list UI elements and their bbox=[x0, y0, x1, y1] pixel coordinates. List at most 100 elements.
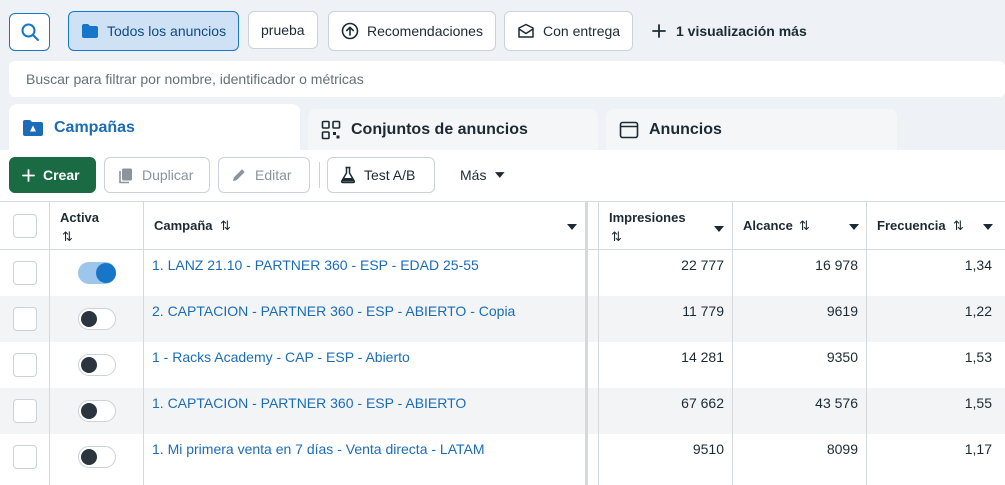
more-views-label: 1 visualización más bbox=[676, 23, 807, 39]
duplicate-button[interactable]: Duplicar bbox=[104, 157, 210, 193]
tab-adsets[interactable]: Conjuntos de anuncios bbox=[308, 109, 598, 150]
reach-value: 16 978 bbox=[815, 257, 858, 273]
row-checkbox[interactable] bbox=[13, 445, 37, 469]
search-button[interactable] bbox=[9, 13, 50, 51]
header-active[interactable]: Activa ⇅ bbox=[50, 202, 144, 249]
table-row[interactable]: 1. Mi primera venta en 7 días - Venta di… bbox=[0, 434, 1005, 485]
caret-down-icon bbox=[495, 172, 506, 178]
active-toggle[interactable] bbox=[78, 262, 116, 284]
row-checkbox[interactable] bbox=[13, 399, 37, 423]
campaign-folder-icon bbox=[23, 120, 43, 136]
sort-icon: ⇅ bbox=[611, 229, 622, 244]
duplicate-button-label: Duplicar bbox=[142, 167, 194, 183]
frequency-value: 1,34 bbox=[964, 257, 992, 273]
tab-ads[interactable]: Anuncios bbox=[606, 109, 897, 150]
campaign-name-link[interactable]: 1. LANZ 21.10 - PARTNER 360 - ESP - EDAD… bbox=[152, 257, 479, 273]
table-row[interactable]: 1 - Racks Academy - CAP - ESP - Abierto … bbox=[0, 342, 1005, 388]
select-all-checkbox[interactable] bbox=[13, 214, 37, 238]
edit-button[interactable]: Editar bbox=[218, 157, 310, 193]
row-checkbox[interactable] bbox=[13, 261, 37, 285]
more-actions-label: Más bbox=[460, 167, 487, 183]
impressions-value: 22 777 bbox=[681, 257, 724, 273]
sort-icon: ⇅ bbox=[799, 218, 810, 233]
caret-down-icon[interactable] bbox=[714, 226, 724, 232]
frequency-value: 1,53 bbox=[964, 349, 992, 365]
view-prueba-label: prueba bbox=[261, 22, 305, 38]
caret-down-icon[interactable] bbox=[567, 224, 577, 230]
reach-value: 9350 bbox=[826, 349, 858, 365]
row-checkbox[interactable] bbox=[13, 353, 37, 377]
tab-ads-label: Anuncios bbox=[649, 120, 722, 138]
active-toggle[interactable] bbox=[78, 400, 116, 422]
reach-value: 8099 bbox=[826, 441, 858, 457]
header-reach[interactable]: Alcance ⇅ bbox=[733, 202, 867, 249]
flask-icon bbox=[340, 166, 356, 184]
header-campaign[interactable]: Campaña ⇅ bbox=[144, 202, 587, 249]
plus-icon bbox=[652, 24, 666, 38]
view-prueba[interactable]: prueba bbox=[248, 11, 318, 49]
header-active-label: Activa bbox=[60, 210, 100, 225]
tab-campaigns-label: Campañas bbox=[54, 119, 135, 136]
active-toggle[interactable] bbox=[78, 446, 116, 468]
campaign-name-link[interactable]: 1. CAPTACION - PARTNER 360 - ESP - ABIER… bbox=[152, 395, 466, 411]
header-impressions[interactable]: Impresiones ⇅ bbox=[599, 202, 733, 249]
filter-input[interactable] bbox=[26, 71, 1005, 87]
active-toggle[interactable] bbox=[78, 308, 116, 330]
header-frequency[interactable]: Frecuencia ⇅ bbox=[867, 202, 1005, 249]
sort-icon: ⇅ bbox=[953, 218, 964, 233]
toggle-knob bbox=[96, 263, 116, 283]
pencil-icon bbox=[233, 169, 245, 181]
ab-test-button[interactable]: Test A/B bbox=[327, 157, 435, 193]
table-row[interactable]: 1. LANZ 21.10 - PARTNER 360 - ESP - EDAD… bbox=[0, 250, 1005, 296]
table-header: Activa ⇅ Campaña ⇅ Impresiones ⇅ Alcance… bbox=[0, 201, 1005, 250]
active-toggle[interactable] bbox=[78, 354, 116, 376]
view-all-ads-label: Todos los anuncios bbox=[107, 23, 227, 39]
create-button-label: Crear bbox=[43, 167, 80, 183]
plus-icon bbox=[22, 168, 35, 182]
sort-icon: ⇅ bbox=[62, 229, 73, 244]
folder-icon bbox=[82, 24, 98, 38]
row-checkbox[interactable] bbox=[13, 307, 37, 331]
campaign-name-link[interactable]: 1. Mi primera venta en 7 días - Venta di… bbox=[152, 441, 485, 457]
impressions-value: 14 281 bbox=[681, 349, 724, 365]
column-divider bbox=[598, 201, 599, 485]
view-con-entrega-label: Con entrega bbox=[543, 23, 621, 39]
view-recomendaciones[interactable]: Recomendaciones bbox=[328, 11, 496, 51]
view-all-ads[interactable]: Todos los anuncios bbox=[68, 11, 240, 51]
frozen-column-divider[interactable] bbox=[585, 201, 588, 485]
more-actions-button[interactable]: Más bbox=[448, 157, 518, 193]
toggle-knob bbox=[81, 403, 97, 419]
campaign-name-link[interactable]: 1 - Racks Academy - CAP - ESP - Abierto bbox=[152, 349, 410, 365]
campaign-name-link[interactable]: 2. CAPTACION - PARTNER 360 - ESP - ABIER… bbox=[152, 303, 515, 319]
reach-value: 9619 bbox=[826, 303, 858, 319]
filter-bar bbox=[9, 61, 1005, 97]
header-frequency-label: Frecuencia bbox=[877, 218, 946, 233]
view-con-entrega[interactable]: Con entrega bbox=[504, 11, 634, 51]
frequency-value: 1,22 bbox=[964, 303, 992, 319]
ad-window-icon bbox=[619, 121, 639, 138]
ab-test-button-label: Test A/B bbox=[364, 167, 416, 183]
frequency-value: 1,17 bbox=[964, 441, 992, 457]
column-divider bbox=[732, 201, 733, 485]
tab-campaigns[interactable]: Campañas bbox=[9, 104, 300, 152]
frequency-value: 1,55 bbox=[964, 395, 992, 411]
grid-icon bbox=[321, 120, 341, 139]
table-row[interactable]: 2. CAPTACION - PARTNER 360 - ESP - ABIER… bbox=[0, 296, 1005, 342]
column-divider bbox=[143, 201, 144, 485]
more-views-button[interactable]: 1 visualización más bbox=[652, 11, 807, 51]
toggle-knob bbox=[81, 449, 97, 465]
tab-adsets-label: Conjuntos de anuncios bbox=[351, 120, 528, 138]
sort-icon: ⇅ bbox=[220, 218, 231, 233]
duplicate-icon bbox=[119, 168, 132, 183]
caret-down-icon[interactable] bbox=[983, 224, 993, 230]
search-icon bbox=[21, 23, 39, 41]
reach-value: 43 576 bbox=[815, 395, 858, 411]
envelope-icon bbox=[518, 23, 534, 38]
impressions-value: 67 662 bbox=[681, 395, 724, 411]
edit-button-label: Editar bbox=[255, 167, 292, 183]
table-row[interactable]: 1. CAPTACION - PARTNER 360 - ESP - ABIER… bbox=[0, 388, 1005, 434]
impressions-value: 9510 bbox=[692, 441, 724, 457]
caret-down-icon[interactable] bbox=[849, 224, 859, 230]
create-button[interactable]: Crear bbox=[9, 157, 96, 193]
arrow-up-circle-icon bbox=[341, 22, 359, 40]
